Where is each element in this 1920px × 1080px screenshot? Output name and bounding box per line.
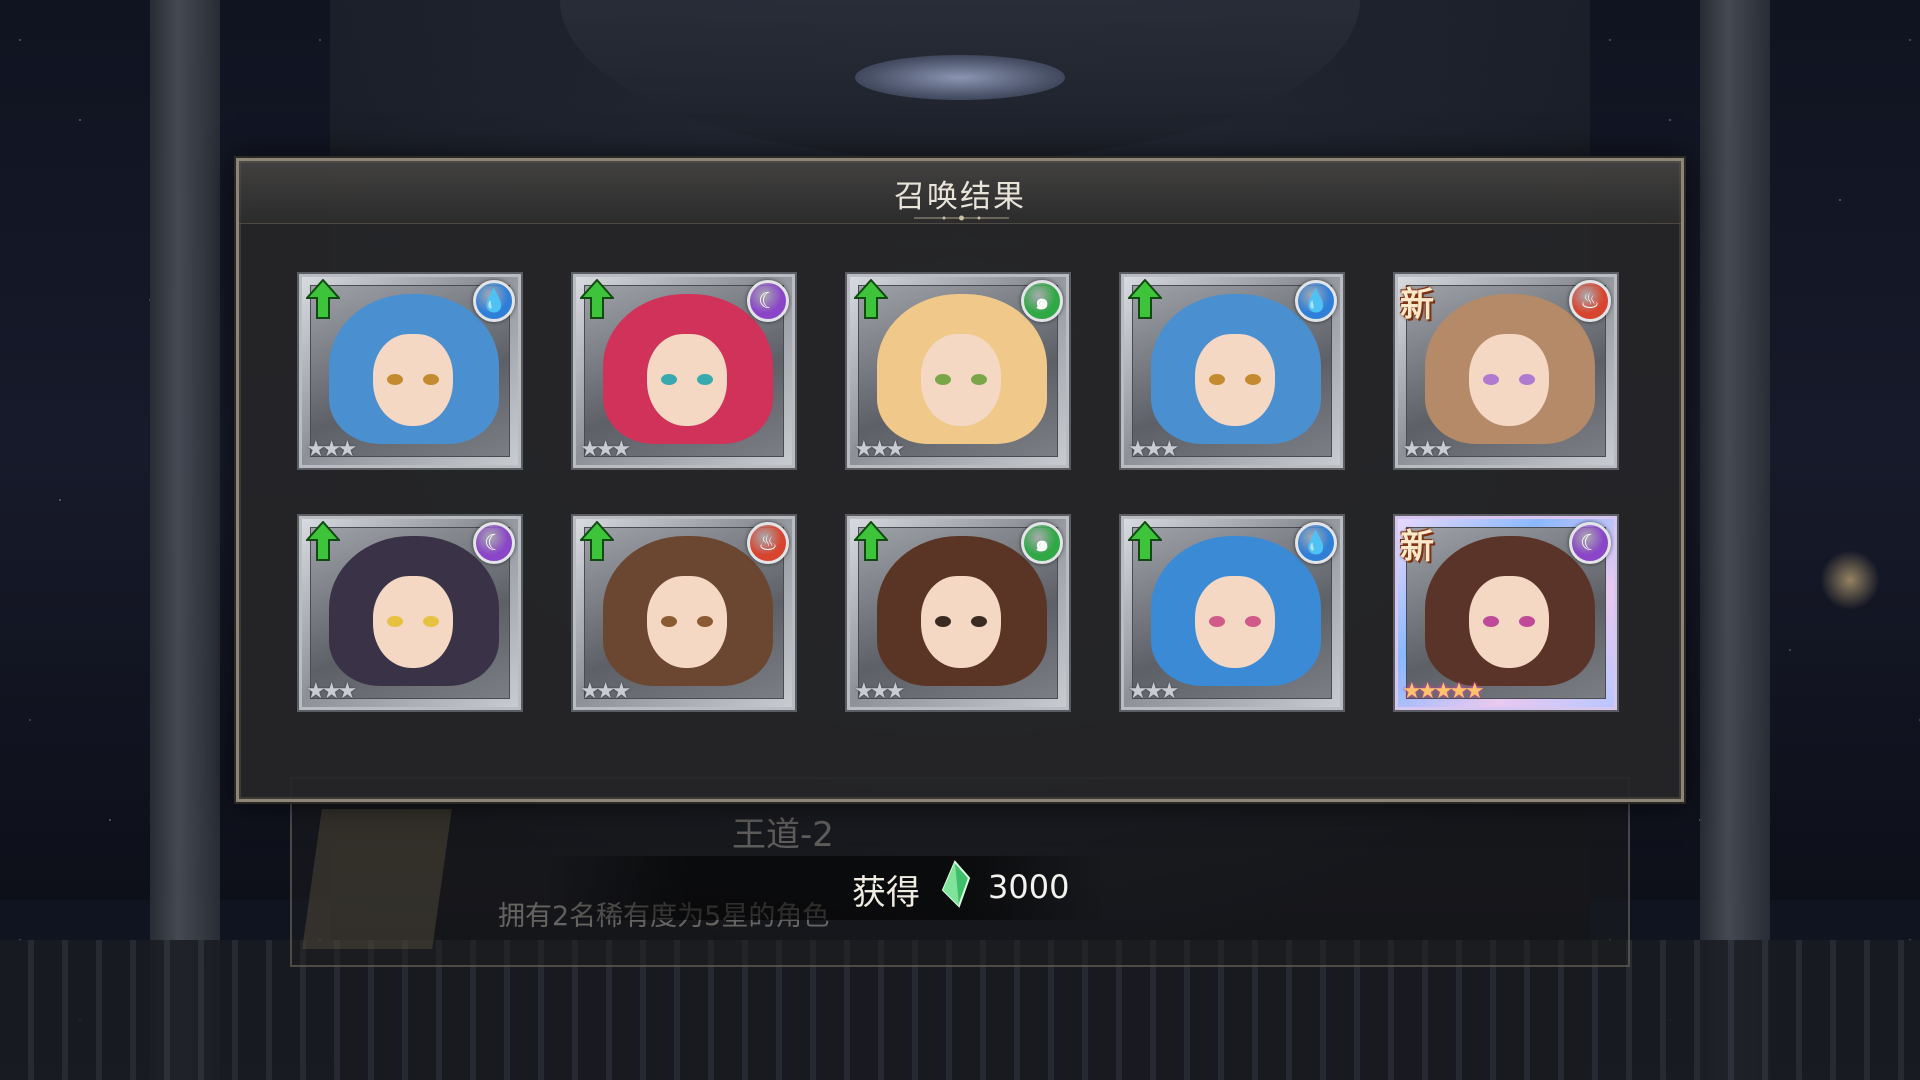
- upgrade-arrow-icon: [306, 521, 340, 561]
- new-badge: 新: [1400, 285, 1434, 325]
- character-face: [373, 334, 453, 426]
- water-element-icon: 💧: [473, 280, 515, 322]
- character-eye: [1483, 616, 1499, 627]
- character-face: [921, 334, 1001, 426]
- upgrade-arrow-icon: [580, 521, 614, 561]
- new-badge: 新: [1400, 527, 1434, 567]
- character-card[interactable]: 新 ☾ ★★★★★: [1393, 514, 1619, 712]
- rarity-stars: ★★★: [306, 437, 357, 462]
- character-eye: [387, 374, 403, 385]
- character-card[interactable]: 新 ♨ ★★★: [1393, 272, 1619, 470]
- character-card[interactable]: 💧 ★★★: [1119, 514, 1345, 712]
- dark-element-icon: ☾: [1569, 522, 1611, 564]
- character-eye: [1519, 374, 1535, 385]
- character-eye: [1245, 616, 1261, 627]
- dialog-title: 召唤结果: [894, 179, 1026, 215]
- dark-element-icon: ☾: [747, 280, 789, 322]
- achievement-thumbnail: [302, 809, 452, 949]
- character-card[interactable]: 💧 ★★★: [297, 272, 523, 470]
- character-eye: [1245, 374, 1261, 385]
- character-card[interactable]: ๑ ★★★: [845, 272, 1071, 470]
- rarity-stars: ★★★★★: [1402, 679, 1485, 704]
- rarity-stars: ★★★: [1402, 437, 1453, 462]
- rarity-stars: ★★★: [854, 437, 905, 462]
- character-eye: [971, 616, 987, 627]
- water-element-icon: 💧: [1295, 280, 1337, 322]
- dome-window: [855, 55, 1065, 100]
- rarity-stars: ★★★: [1128, 679, 1179, 704]
- green-crystal-icon: [941, 860, 971, 908]
- water-element-icon: 💧: [1295, 522, 1337, 564]
- upgrade-arrow-icon: [1128, 279, 1162, 319]
- dark-element-icon: ☾: [473, 522, 515, 564]
- pillar-right: [1700, 0, 1770, 1080]
- character-eye: [661, 616, 677, 627]
- pillar-left: [150, 0, 220, 1080]
- wind-element-icon: ๑: [1021, 522, 1063, 564]
- character-eye: [1519, 616, 1535, 627]
- character-card[interactable]: ☾ ★★★: [297, 514, 523, 712]
- title-ornament: [914, 215, 1009, 221]
- wind-element-icon: ๑: [1021, 280, 1063, 322]
- character-eye: [935, 374, 951, 385]
- character-card[interactable]: ๑ ★★★: [845, 514, 1071, 712]
- glow-orb: [1820, 550, 1880, 610]
- character-eye: [1483, 374, 1499, 385]
- character-eye: [661, 374, 677, 385]
- character-face: [647, 334, 727, 426]
- character-face: [647, 576, 727, 668]
- fire-element-icon: ♨: [1569, 280, 1611, 322]
- character-face: [1195, 334, 1275, 426]
- rarity-stars: ★★★: [854, 679, 905, 704]
- reward-label: 获得: [852, 873, 920, 913]
- summon-result-dialog: 召唤结果 💧 ★★★ ☾ ★★★ ๑ ★★★ 💧 ★★★ 新 ♨ ★★★ ☾ ★★★ ♨ ★★★ ๑ ★★★ 💧 ★…: [236, 158, 1684, 802]
- upgrade-arrow-icon: [854, 521, 888, 561]
- upgrade-arrow-icon: [1128, 521, 1162, 561]
- character-eye: [423, 374, 439, 385]
- character-eye: [697, 374, 713, 385]
- character-card[interactable]: 💧 ★★★: [1119, 272, 1345, 470]
- character-card[interactable]: ♨ ★★★: [571, 514, 797, 712]
- character-eye: [387, 616, 403, 627]
- dialog-header: 召唤结果: [239, 161, 1681, 224]
- upgrade-arrow-icon: [854, 279, 888, 319]
- character-eye: [971, 374, 987, 385]
- character-face: [921, 576, 1001, 668]
- character-eye: [423, 616, 439, 627]
- upgrade-arrow-icon: [306, 279, 340, 319]
- reward-amount: 3000: [988, 868, 1070, 906]
- rarity-stars: ★★★: [580, 437, 631, 462]
- rarity-stars: ★★★: [1128, 437, 1179, 462]
- character-face: [1469, 576, 1549, 668]
- summon-results-grid: 💧 ★★★ ☾ ★★★ ๑ ★★★ 💧 ★★★ 新 ♨ ★★★ ☾ ★★★ ♨ ★★★ ๑ ★★★ 💧 ★★★ 新 ☾ ★…: [297, 272, 1629, 714]
- character-face: [1469, 334, 1549, 426]
- character-card[interactable]: ☾ ★★★: [571, 272, 797, 470]
- character-face: [1195, 576, 1275, 668]
- rarity-stars: ★★★: [580, 679, 631, 704]
- character-face: [373, 576, 453, 668]
- character-eye: [1209, 616, 1225, 627]
- rarity-stars: ★★★: [306, 679, 357, 704]
- character-eye: [935, 616, 951, 627]
- character-eye: [1209, 374, 1225, 385]
- achievement-name: 王道-2: [732, 815, 834, 855]
- fire-element-icon: ♨: [747, 522, 789, 564]
- character-eye: [697, 616, 713, 627]
- upgrade-arrow-icon: [580, 279, 614, 319]
